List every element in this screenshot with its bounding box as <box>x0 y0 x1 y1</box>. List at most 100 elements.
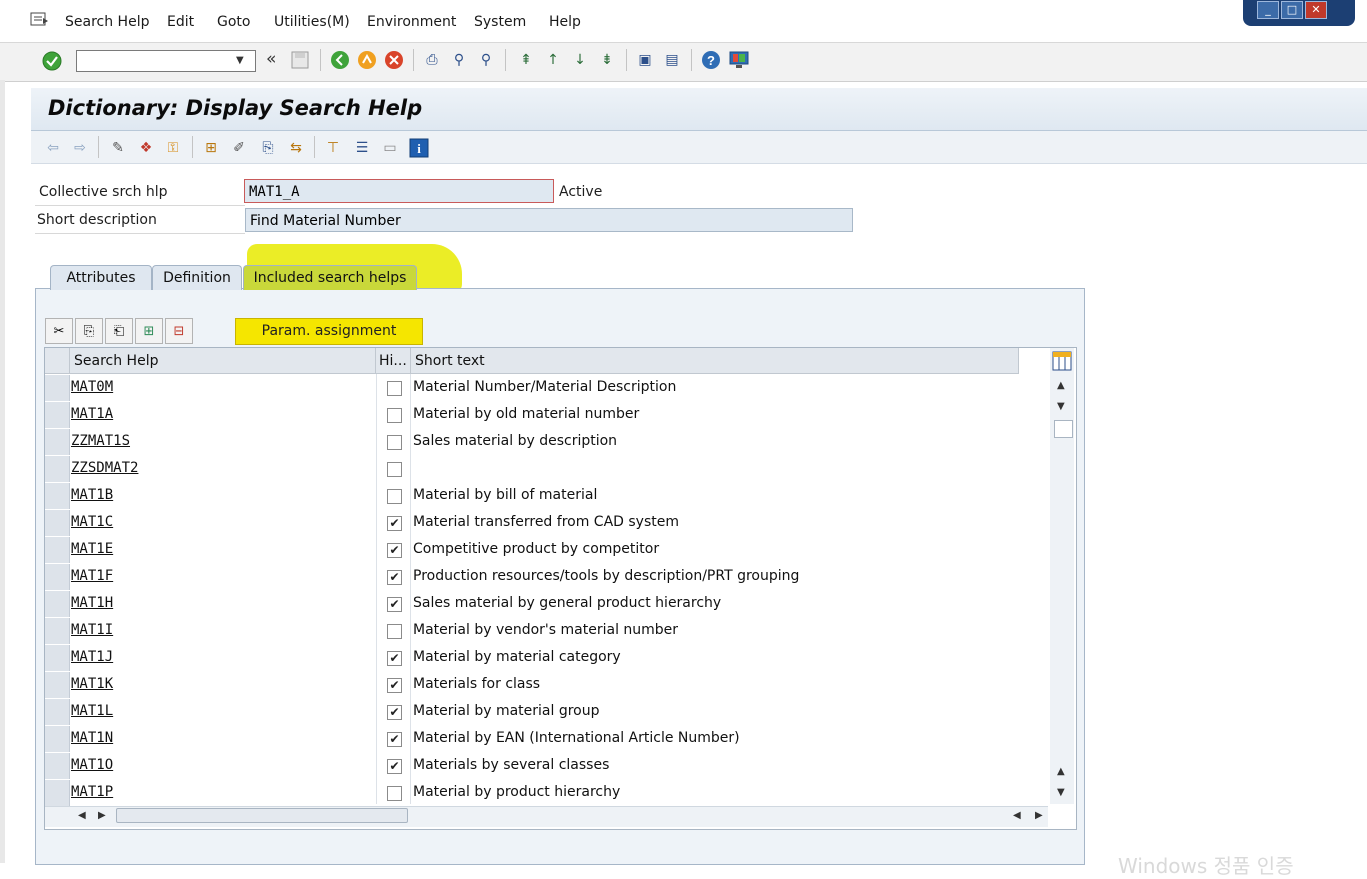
table-row[interactable]: MAT1N ✔ Material by EAN (International Art… <box>45 726 1019 754</box>
horizontal-scroll-thumb[interactable] <box>116 808 408 823</box>
row-selector[interactable] <box>45 672 70 698</box>
hidden-checkbox[interactable]: ✔ <box>387 516 402 531</box>
search-help-link[interactable]: MAT1C <box>71 514 113 530</box>
table-row[interactable]: MAT1J ✔ Material by material category <box>45 645 1019 673</box>
list-icon[interactable]: ☰ <box>352 138 372 158</box>
menu-goto[interactable]: Goto <box>217 14 250 30</box>
search-help-link[interactable]: ZZSDMAT2 <box>71 460 138 476</box>
next-page-icon[interactable]: ↓ <box>570 50 590 70</box>
menu-icon[interactable] <box>30 12 50 28</box>
hidden-checkbox[interactable]: ✔ <box>387 651 402 666</box>
search-help-link[interactable]: ZZMAT1S <box>71 433 130 449</box>
help-icon[interactable]: ? <box>701 50 721 70</box>
delete-row-icon[interactable]: ⊟ <box>165 318 193 344</box>
command-field[interactable] <box>76 50 256 72</box>
search-help-link[interactable]: MAT1O <box>71 757 113 773</box>
table-row[interactable]: ZZMAT1S Sales material by description <box>45 429 1019 457</box>
hidden-checkbox[interactable]: ✔ <box>387 597 402 612</box>
menu-edit[interactable]: Edit <box>167 14 194 30</box>
column-settings-icon[interactable] <box>1052 351 1072 371</box>
table-row[interactable]: MAT1O ✔ Materials by several classes <box>45 753 1019 781</box>
hidden-checkbox[interactable]: ✔ <box>387 678 402 693</box>
scroll-up-icon[interactable]: ▲ <box>1057 380 1065 391</box>
row-selector[interactable] <box>45 402 70 428</box>
row-selector[interactable] <box>45 483 70 509</box>
paste-icon[interactable]: ⎗ <box>105 318 133 344</box>
hidden-checkbox[interactable]: ✔ <box>387 732 402 747</box>
tab-definition[interactable]: Definition <box>152 265 242 290</box>
table-row[interactable]: MAT1P Material by product hierarchy <box>45 780 1019 808</box>
search-help-link[interactable]: MAT1A <box>71 406 113 422</box>
table-row[interactable]: MAT1C ✔ Material transferred from CAD syst… <box>45 510 1019 538</box>
row-selector[interactable] <box>45 753 70 779</box>
row-selector[interactable] <box>45 456 70 482</box>
cut-icon[interactable]: ✂ <box>45 318 73 344</box>
row-selector[interactable] <box>45 510 70 536</box>
table-row[interactable]: MAT0M Material Number/Material Descriptio… <box>45 375 1019 403</box>
hidden-checkbox[interactable] <box>387 489 402 504</box>
select-all-header[interactable] <box>45 348 70 374</box>
row-selector[interactable] <box>45 429 70 455</box>
menu-system[interactable]: System <box>474 14 526 30</box>
collective-search-help-field[interactable]: MAT1_A <box>244 179 554 203</box>
column-header-hidden[interactable]: Hi... <box>376 348 411 374</box>
find-icon[interactable]: ⚲ <box>449 50 469 70</box>
hidden-checkbox[interactable]: ✔ <box>387 570 402 585</box>
hidden-checkbox[interactable] <box>387 624 402 639</box>
where-used-icon[interactable]: ✐ <box>229 138 249 158</box>
test-icon[interactable]: ⎘ <box>258 138 278 158</box>
param-assignment-button[interactable]: Param. assignment <box>235 318 423 345</box>
scroll-up-icon[interactable]: ▲ <box>1057 766 1065 777</box>
hidden-checkbox[interactable] <box>387 381 402 396</box>
cancel-icon[interactable] <box>384 50 404 70</box>
minimize-button[interactable]: _ <box>1257 1 1279 19</box>
arrow-left-icon[interactable]: ⇦ <box>43 138 63 158</box>
activate-icon[interactable]: ⊞ <box>201 138 221 158</box>
tab-attributes[interactable]: Attributes <box>50 265 152 290</box>
tab-included-search-helps[interactable]: Included search helps <box>243 265 417 290</box>
maximize-button[interactable]: □ <box>1281 1 1303 19</box>
table-row[interactable]: MAT1F ✔ Production resources/tools by desc… <box>45 564 1019 592</box>
search-help-link[interactable]: MAT1K <box>71 676 113 692</box>
table-row[interactable]: MAT1H ✔ Sales material by general product … <box>45 591 1019 619</box>
table-row[interactable]: MAT1A Material by old material number <box>45 402 1019 430</box>
scroll-right-icon[interactable]: ▶ <box>1035 810 1043 821</box>
hidden-checkbox[interactable] <box>387 408 402 423</box>
column-header-search-help[interactable]: Search Help <box>70 348 376 374</box>
hidden-checkbox[interactable] <box>387 435 402 450</box>
column-header-short-text[interactable]: Short text <box>411 348 1019 374</box>
short-description-field[interactable]: Find Material Number <box>245 208 853 232</box>
search-help-link[interactable]: MAT1H <box>71 595 113 611</box>
hidden-checkbox[interactable]: ✔ <box>387 759 402 774</box>
hidden-checkbox[interactable]: ✔ <box>387 705 402 720</box>
chevron-down-icon[interactable]: ▼ <box>236 55 244 66</box>
row-selector[interactable] <box>45 699 70 725</box>
table-row[interactable]: ZZSDMAT2 <box>45 456 1019 484</box>
exit-icon[interactable] <box>357 50 377 70</box>
hidden-checkbox[interactable] <box>387 462 402 477</box>
back-icon[interactable] <box>330 50 350 70</box>
row-selector[interactable] <box>45 564 70 590</box>
hidden-checkbox[interactable]: ✔ <box>387 543 402 558</box>
documentation-icon[interactable]: ▭ <box>380 138 400 158</box>
customize-layout-icon[interactable] <box>728 50 750 70</box>
hidden-checkbox[interactable] <box>387 786 402 801</box>
other-object-icon[interactable]: ❖ <box>136 138 156 158</box>
last-page-icon[interactable]: ⇟ <box>597 50 617 70</box>
scroll-down-icon[interactable]: ▼ <box>1057 401 1065 412</box>
save-icon[interactable] <box>290 50 310 70</box>
search-help-link[interactable]: MAT1B <box>71 487 113 503</box>
row-selector[interactable] <box>45 618 70 644</box>
check-icon[interactable]: ⚿ <box>163 138 183 158</box>
collapse-icon[interactable]: « <box>266 49 276 69</box>
search-help-link[interactable]: MAT1E <box>71 541 113 557</box>
display-change-icon[interactable]: ✎ <box>108 138 128 158</box>
search-help-link[interactable]: MAT1I <box>71 622 113 638</box>
copy-icon[interactable]: ⎘ <box>75 318 103 344</box>
row-selector[interactable] <box>45 537 70 563</box>
table-row[interactable]: MAT1E ✔ Competitive product by competitor <box>45 537 1019 565</box>
new-session-icon[interactable]: ▣ <box>635 50 655 70</box>
insert-row-icon[interactable]: ⊞ <box>135 318 163 344</box>
menu-help[interactable]: Help <box>549 14 581 30</box>
row-selector[interactable] <box>45 780 70 806</box>
